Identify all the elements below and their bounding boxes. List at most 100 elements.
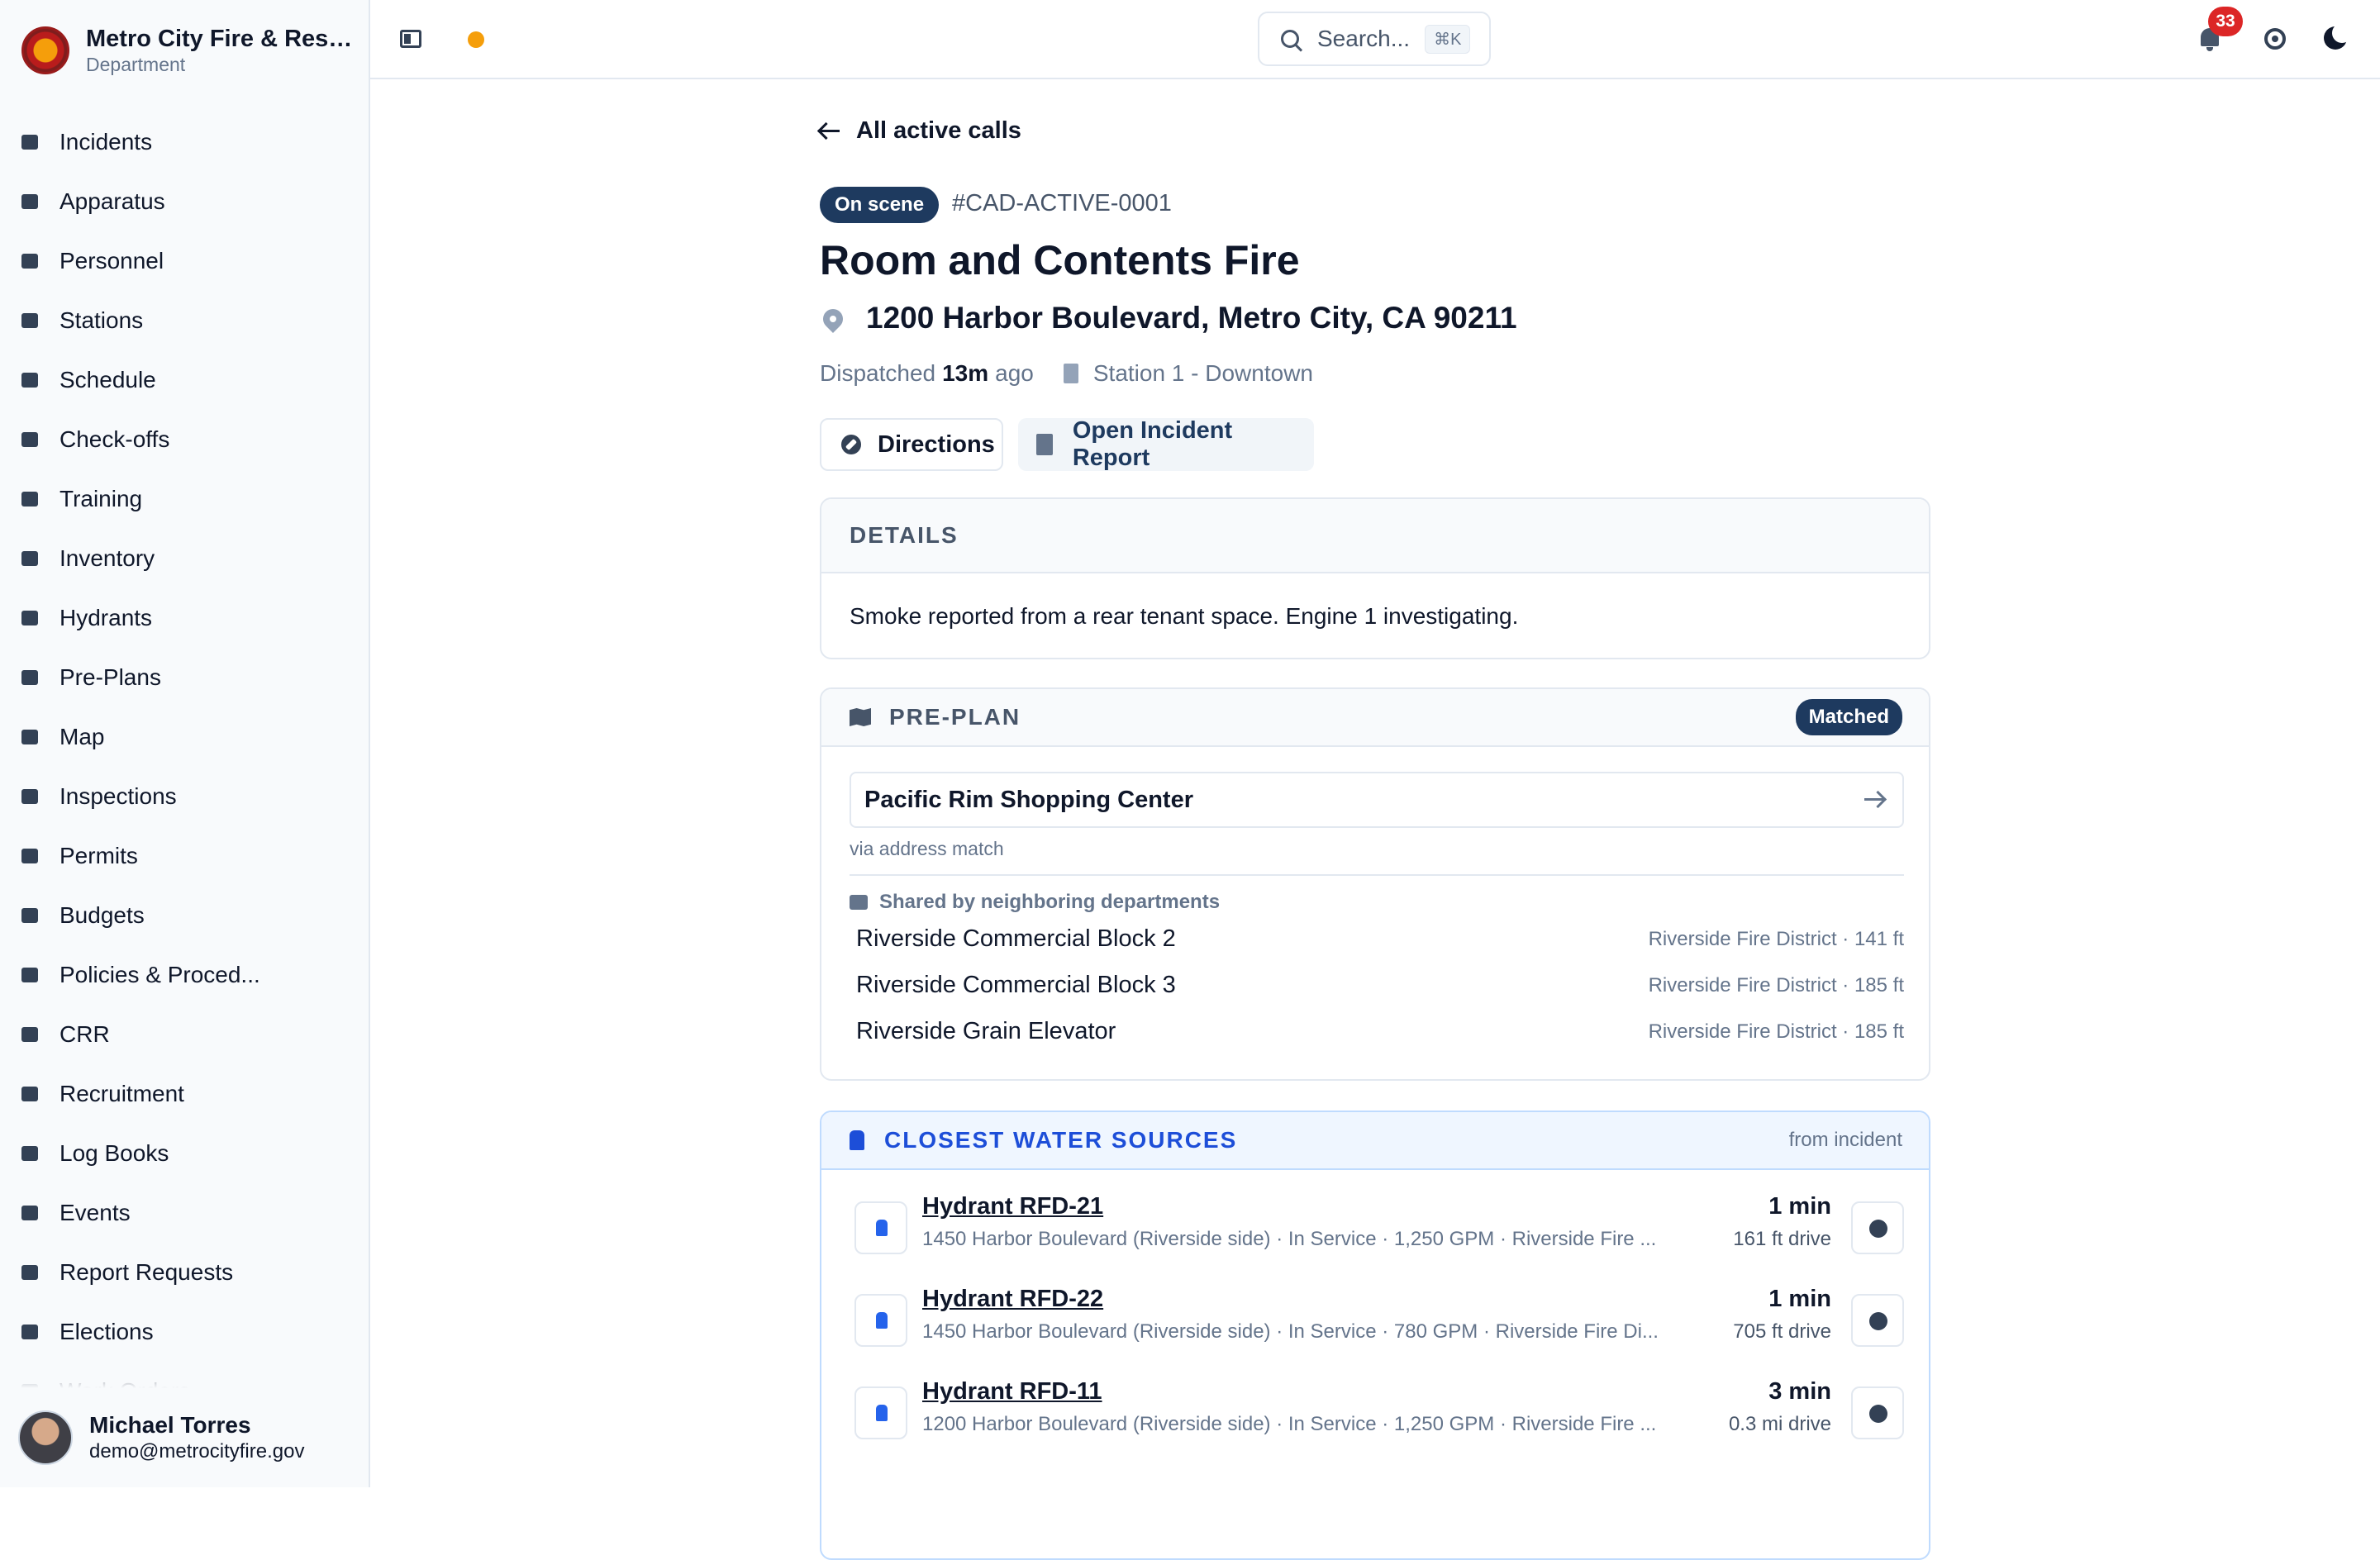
sidebar-item-incidents[interactable]: Incidents [20, 112, 350, 172]
water-sources-card: CLOSEST WATER SOURCES from incident Hydr… [820, 1111, 1930, 1560]
org-header[interactable]: Metro City Fire & Resc... Department [21, 25, 359, 76]
sidebar-item-pre-plans[interactable]: Pre-Plans [20, 648, 350, 707]
sidebar-item-training[interactable]: Training [20, 469, 350, 529]
user-name: Michael Torres [89, 1412, 251, 1438]
sidebar-item-label: Permits [60, 843, 138, 868]
sidebar-item-label: Recruitment [60, 1081, 184, 1106]
arrow-right-icon [1864, 798, 1884, 801]
incidents-icon [20, 132, 40, 152]
sidebar-item-budgets[interactable]: Budgets [20, 886, 350, 945]
matched-preplan-name: Pacific Rim Shopping Center [864, 786, 1193, 813]
sidebar-item-stations[interactable]: Stations [20, 291, 350, 350]
back-link-label: All active calls [856, 117, 1021, 144]
search-input[interactable]: Search... ⌘K [1258, 12, 1491, 66]
hydrant-link[interactable]: Hydrant RFD-11 [922, 1378, 1102, 1405]
sidebar-item-label: Pre-Plans [60, 664, 161, 690]
hydrant-row: Hydrant RFD-21 1450 Harbor Boulevard (Ri… [854, 1193, 1904, 1259]
cad-id: #CAD-ACTIVE-0001 [952, 190, 1172, 216]
hydrant-drive-time: 1 min [1768, 1286, 1831, 1312]
details-heading: DETAILS [821, 499, 1929, 573]
sidebar-item-label: Stations [60, 307, 144, 333]
clipboard-icon [20, 430, 40, 449]
hydrant-description: 1450 Harbor Boulevard (Riverside side) ·… [922, 1228, 1657, 1250]
building-icon [20, 311, 40, 331]
sidebar-item-label: Policies & Proced... [60, 962, 260, 987]
sidebar-item-map[interactable]: Map [20, 707, 350, 767]
dispatch-info: Dispatched 13m ago Station 1 - Downtown [820, 360, 1313, 387]
sidebar-item-check-offs[interactable]: Check-offs [20, 410, 350, 469]
sidebar-item-label: Training [60, 486, 143, 511]
calendar-star-icon [20, 1203, 40, 1223]
sidebar-item-schedule[interactable]: Schedule [20, 350, 350, 410]
shared-label-text: Shared by neighboring departments [879, 891, 1221, 913]
sidebar-item-label: Check-offs [60, 426, 170, 452]
from-incident-label: from incident [1788, 1129, 1902, 1151]
sidebar-item-inventory[interactable]: Inventory [20, 529, 350, 588]
hydrant-icon [20, 608, 40, 628]
radar-icon[interactable] [2264, 28, 2286, 50]
hydrant-icon [854, 1294, 907, 1347]
sidebar-item-inspections[interactable]: Inspections [20, 767, 350, 826]
topbar: Search... ⌘K 33 [370, 0, 2380, 79]
hydrant-link[interactable]: Hydrant RFD-22 [922, 1286, 1103, 1313]
back-link[interactable]: All active calls [820, 117, 1021, 145]
sidebar-item-label: Inspections [60, 783, 177, 809]
sidebar-item-apparatus[interactable]: Apparatus [20, 172, 350, 231]
ballot-icon [20, 1322, 40, 1342]
search-shortcut: ⌘K [1425, 24, 1471, 54]
status-badge: On scene [820, 187, 940, 223]
sidebar-item-personnel[interactable]: Personnel [20, 231, 350, 291]
sidebar-item-label: Hydrants [60, 605, 153, 630]
books-icon [20, 1144, 40, 1163]
dispatched-suffix: ago [995, 360, 1034, 386]
search-placeholder: Search... [1317, 26, 1411, 51]
map-icon [20, 727, 40, 747]
match-method: via address match [850, 838, 1004, 859]
navigate-button[interactable] [1851, 1386, 1904, 1439]
sidebar-item-label: Inventory [60, 545, 155, 571]
arrow-left-icon [820, 130, 840, 132]
hydrant-link[interactable]: Hydrant RFD-21 [922, 1193, 1103, 1220]
book-icon [20, 965, 40, 985]
sidebar-item-elections[interactable]: Elections [20, 1302, 350, 1362]
hydrant-icon [854, 1201, 907, 1254]
matched-preplan-link[interactable]: Pacific Rim Shopping Center [850, 772, 1904, 828]
sidebar-toggle-icon[interactable] [400, 30, 421, 48]
org-text: Metro City Fire & Resc... Department [86, 25, 359, 76]
sidebar-item-permits[interactable]: Permits [20, 826, 350, 886]
neighbor-preplan-row[interactable]: Riverside Commercial Block 3 Riverside F… [856, 972, 1904, 999]
handshake-icon [20, 1084, 40, 1104]
sidebar-item-crr[interactable]: CRR [20, 1005, 350, 1064]
sidebar-item-label: Elections [60, 1319, 154, 1344]
navigate-button[interactable] [1851, 1294, 1904, 1347]
user-profile[interactable]: Michael Torres demo@metrocityfire.gov [0, 1388, 369, 1487]
sidebar-item-policies-proced[interactable]: Policies & Proced... [20, 945, 350, 1005]
hydrant-icon [854, 1386, 907, 1439]
sidebar-item-label: CRR [60, 1021, 110, 1047]
preplan-heading: PRE-PLAN [889, 704, 1021, 730]
open-incident-report-button[interactable]: Open Incident Report [1018, 417, 1314, 471]
moon-icon[interactable] [2324, 23, 2352, 50]
neighbor-preplan-row[interactable]: Riverside Commercial Block 2 Riverside F… [856, 925, 1904, 953]
sidebar-item-recruitment[interactable]: Recruitment [20, 1064, 350, 1124]
document-icon [1036, 434, 1053, 455]
neighbor-preplan-name: Riverside Grain Elevator [856, 1018, 1116, 1044]
sidebar-item-hydrants[interactable]: Hydrants [20, 588, 350, 648]
inspection-icon [20, 787, 40, 806]
neighbor-preplan-meta: Riverside Fire District · 141 ft [1648, 927, 1904, 950]
directions-label: Directions [878, 430, 995, 458]
hydrant-drive-time: 1 min [1768, 1193, 1831, 1220]
sidebar-item-label: Events [60, 1200, 131, 1225]
notification-badge: 33 [2208, 7, 2243, 36]
directions-button[interactable]: Directions [820, 418, 1003, 471]
matched-badge: Matched [1795, 699, 1902, 735]
dispatched-prefix: Dispatched [820, 360, 936, 386]
preplan-header: PRE-PLAN Matched [821, 689, 1929, 747]
sidebar-item-report-requests[interactable]: Report Requests [20, 1243, 350, 1302]
sidebar-item-events[interactable]: Events [20, 1183, 350, 1243]
details-text: Smoke reported from a rear tenant space.… [850, 603, 1519, 629]
navigate-button[interactable] [1851, 1201, 1904, 1254]
handshake-icon [850, 895, 868, 910]
sidebar-item-log-books[interactable]: Log Books [20, 1124, 350, 1183]
neighbor-preplan-row[interactable]: Riverside Grain Elevator Riverside Fire … [856, 1018, 1904, 1045]
